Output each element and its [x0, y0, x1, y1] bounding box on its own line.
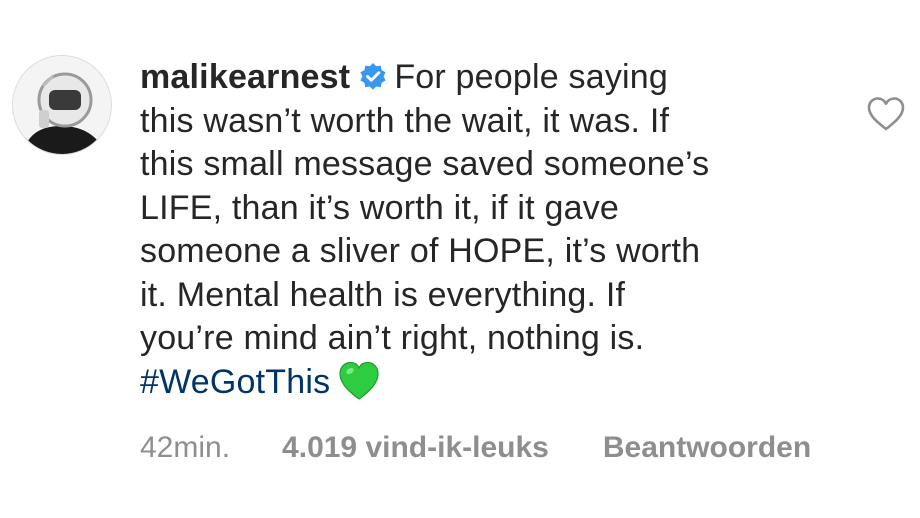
verified-badge-icon — [360, 63, 386, 90]
reply-button[interactable]: Beantwoorden — [603, 431, 811, 465]
comment-text-line: it. Mental health is everything. If — [140, 275, 626, 314]
comment-text-line: someone a sliver of HOPE, it’s worth — [140, 232, 701, 270]
timestamp: 42min. — [140, 431, 231, 464]
comment-text-line: this small message saved someone’s — [140, 145, 710, 183]
username[interactable]: malikearnest — [140, 58, 350, 96]
avatar-image — [13, 56, 111, 154]
green-heart-icon — [339, 361, 379, 400]
comment-text-line: you’re mind ain’t right, nothing is. — [140, 319, 645, 357]
heart-outline-icon[interactable] — [866, 96, 906, 132]
comment-body: malikearnest For people saying this wasn… — [140, 56, 820, 404]
comment-text-line: For people saying — [394, 58, 668, 96]
avatar[interactable] — [12, 55, 112, 155]
comment-meta: 42min. 4.019 vind-ik-leuks Beantwoorden — [140, 431, 811, 465]
comment-text-line: this wasn’t worth the wait, it was. If — [140, 101, 670, 140]
comment-text-line: LIFE, than it’s worth it, if it gave — [140, 188, 619, 227]
hashtag-link[interactable]: #WeGotThis — [140, 363, 330, 401]
comment: malikearnest For people saying this wasn… — [0, 0, 920, 518]
likes-count-link[interactable]: 4.019 vind-ik-leuks — [282, 431, 549, 465]
